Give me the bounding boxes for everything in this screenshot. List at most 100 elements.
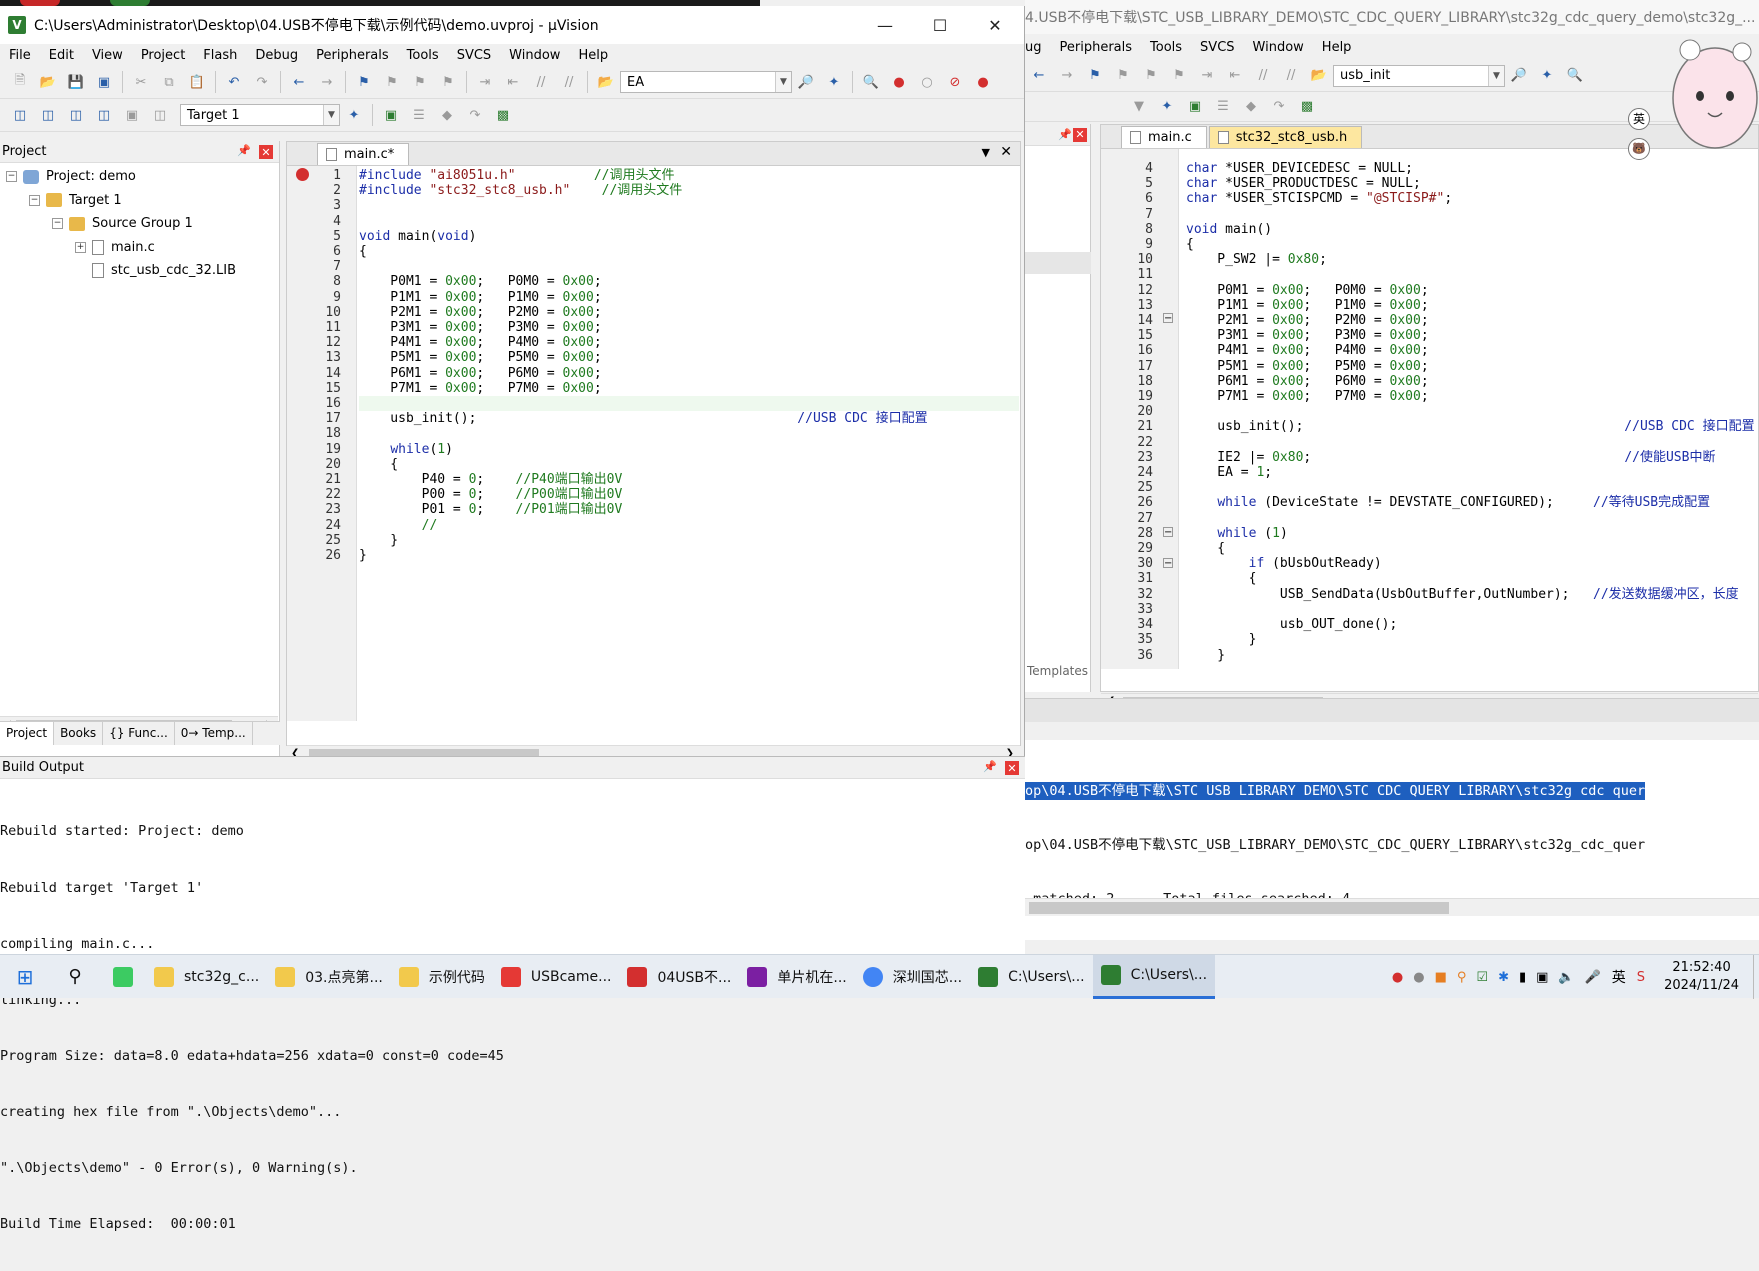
breakpoint-enable-icon[interactable]: ○ [917, 72, 937, 92]
clear-bookmarks-icon[interactable]: ⚑ [1169, 66, 1189, 86]
taskbar-item-04usb[interactable]: 04USB不... [619, 955, 739, 999]
source-code-main-c-secondary[interactable]: char *USER_DEVICEDESC = NULL; char *USER… [1186, 161, 1755, 663]
close-panel-icon[interactable]: ✕ [1005, 761, 1019, 775]
incremental-find-icon[interactable]: ✦ [1537, 66, 1557, 86]
save-icon[interactable]: 💾 [66, 72, 86, 92]
run-time-environment-icon[interactable]: ▩ [493, 105, 513, 125]
menu-debug[interactable]: Debug [246, 48, 307, 63]
tree-toggle[interactable]: − [29, 194, 40, 206]
close-tab-icon[interactable]: ✕ [1000, 144, 1012, 160]
battery-icon[interactable]: ▮ [1519, 970, 1526, 985]
find-icon[interactable]: 🔎 [796, 72, 816, 92]
volume-icon[interactable]: 🔈 [1558, 970, 1574, 985]
taskbar-item-usbcamera[interactable]: USBcame... [493, 955, 620, 999]
tree-item-source-group[interactable]: − Source Group 1 [0, 212, 280, 236]
tab-project[interactable]: Project [0, 722, 55, 745]
tab-main-c[interactable]: main.c* [317, 143, 410, 165]
taskbar-item-uvision-2[interactable]: C:\Users\... [1092, 954, 1216, 999]
comment-icon[interactable]: // [531, 72, 551, 92]
pin-icon[interactable]: 📌 [1058, 128, 1072, 141]
close-panel-icon[interactable]: ✕ [259, 145, 273, 159]
close-panel-icon[interactable]: ✕ [1073, 128, 1087, 142]
menu-tools[interactable]: Tools [398, 48, 448, 63]
run-time-environment-icon[interactable]: ▩ [1297, 97, 1317, 117]
menu-help[interactable]: Help [1313, 40, 1361, 55]
taskbar-item-uvision-1[interactable]: C:\Users\... [970, 955, 1092, 999]
menu-debug[interactable]: ug [1025, 40, 1051, 55]
menu-svcs[interactable]: SVCS [448, 48, 500, 63]
menu-window[interactable]: Window [1244, 40, 1313, 55]
nav-back-icon[interactable]: ← [1029, 66, 1049, 86]
menu-edit[interactable]: Edit [40, 48, 83, 63]
cut-icon[interactable]: ✂ [131, 72, 151, 92]
indent-icon[interactable]: ⇥ [475, 72, 495, 92]
menu-peripherals[interactable]: Peripherals [307, 48, 398, 63]
taskbar-item-stc32g[interactable]: stc32g_c... [146, 955, 267, 999]
new-file-icon[interactable]: 🗎 [10, 72, 30, 92]
tree-item-lib[interactable]: stc_usb_cdc_32.LIB [0, 259, 280, 283]
tab-functions[interactable]: {} Func... [103, 722, 175, 745]
tree-toggle[interactable]: + [75, 241, 86, 253]
tab-books[interactable]: Books [54, 722, 104, 745]
chevron-down-icon[interactable]: ▼ [775, 72, 791, 92]
target-combo[interactable]: Target 1 ▼ [180, 104, 340, 126]
tab-templates[interactable]: Templates [1025, 664, 1088, 678]
stop-build-icon[interactable]: ▣ [122, 105, 142, 125]
menu-window[interactable]: Window [500, 48, 569, 63]
tree-toggle[interactable]: − [52, 218, 63, 230]
ime-mascot-icon[interactable]: 🐻 [1628, 138, 1650, 160]
tree-item-main-c[interactable]: + main.c [0, 236, 280, 260]
find-result-line-selected[interactable]: op\04.USB不停电下载\STC USB LIBRARY DEMO\STC … [1025, 782, 1646, 800]
menu-help[interactable]: Help [569, 48, 617, 63]
microphone-icon[interactable]: 🎤 [1585, 970, 1601, 985]
find-in-files-icon[interactable]: 📂 [596, 72, 616, 92]
maximize-button[interactable]: ☐ [913, 6, 967, 44]
rebuild-icon[interactable]: ◫ [66, 105, 86, 125]
file-extensions-icon[interactable]: ☰ [1213, 97, 1233, 117]
find-result-line[interactable]: op\04.USB不停电下载\STC_USB_LIBRARY_DEMO\STC_… [1025, 836, 1645, 854]
uncomment-icon[interactable]: // [1281, 66, 1301, 86]
uncomment-icon[interactable]: // [559, 72, 579, 92]
unindent-icon[interactable]: ⇤ [1225, 66, 1245, 86]
copy-icon[interactable]: ⧉ [159, 72, 179, 92]
target-options-icon[interactable]: ✦ [344, 105, 364, 125]
window-titlebar[interactable]: V C:\Users\Administrator\Desktop\04.USB不… [0, 6, 1024, 44]
tray-app-icon[interactable]: S [1637, 970, 1645, 985]
comment-icon[interactable]: // [1253, 66, 1273, 86]
menu-tools[interactable]: Tools [1141, 40, 1191, 55]
start-button[interactable]: ⊞ [0, 955, 50, 999]
output-hscrollbar[interactable] [1025, 898, 1759, 916]
tab-templates[interactable]: 0→ Temp... [175, 722, 253, 745]
breakpoint-insert-icon[interactable]: ● [889, 72, 909, 92]
find-in-files-icon[interactable]: 📂 [1309, 66, 1329, 86]
tray-app-icon[interactable]: ● [1392, 970, 1403, 985]
prev-bookmark-icon[interactable]: ⚑ [382, 72, 402, 92]
tray-check-icon[interactable]: ☑ [1476, 970, 1488, 985]
tree-toggle[interactable]: − [6, 171, 17, 183]
tray-app-icon[interactable]: ■ [1435, 970, 1447, 985]
nav-forward-icon[interactable]: → [317, 72, 337, 92]
breakpoint-kill-all-icon[interactable]: ● [973, 72, 993, 92]
close-button[interactable]: ✕ [968, 6, 1022, 44]
clear-bookmarks-icon[interactable]: ⚑ [438, 72, 458, 92]
search-icon[interactable]: ⚲ [50, 955, 100, 999]
prev-bookmark-icon[interactable]: ⚑ [1113, 66, 1133, 86]
menu-project[interactable]: Project [132, 48, 194, 63]
source-code-main-c[interactable]: #include "ai8051u.h" //调用头文件 #include "s… [359, 168, 928, 563]
undo-icon[interactable]: ↶ [224, 72, 244, 92]
menu-file[interactable]: File [0, 48, 40, 63]
pack-installer-icon[interactable]: ↷ [1269, 97, 1289, 117]
fold-toggle[interactable]: − [1163, 558, 1173, 569]
ime-language-indicator[interactable]: 英 [1628, 108, 1650, 130]
bluetooth-icon[interactable]: ✱ [1498, 970, 1509, 985]
window-titlebar[interactable]: 4.USB不停电下载\STC_USB_LIBRARY_DEMO\STC_CDC_… [1025, 0, 1759, 34]
tree-item-project[interactable]: − Project: demo [0, 165, 280, 189]
ime-indicator[interactable]: 英 [1612, 967, 1626, 987]
save-all-icon[interactable]: ▣ [94, 72, 114, 92]
taskbar-item-example-code[interactable]: 示例代码 [391, 955, 493, 999]
pin-icon[interactable]: 📌 [983, 760, 997, 773]
download-icon[interactable]: ◫ [150, 105, 170, 125]
pin-icon[interactable]: 📌 [237, 144, 251, 157]
incremental-find-icon[interactable]: ✦ [824, 72, 844, 92]
find-combo[interactable]: usb_init ▼ [1333, 64, 1505, 87]
